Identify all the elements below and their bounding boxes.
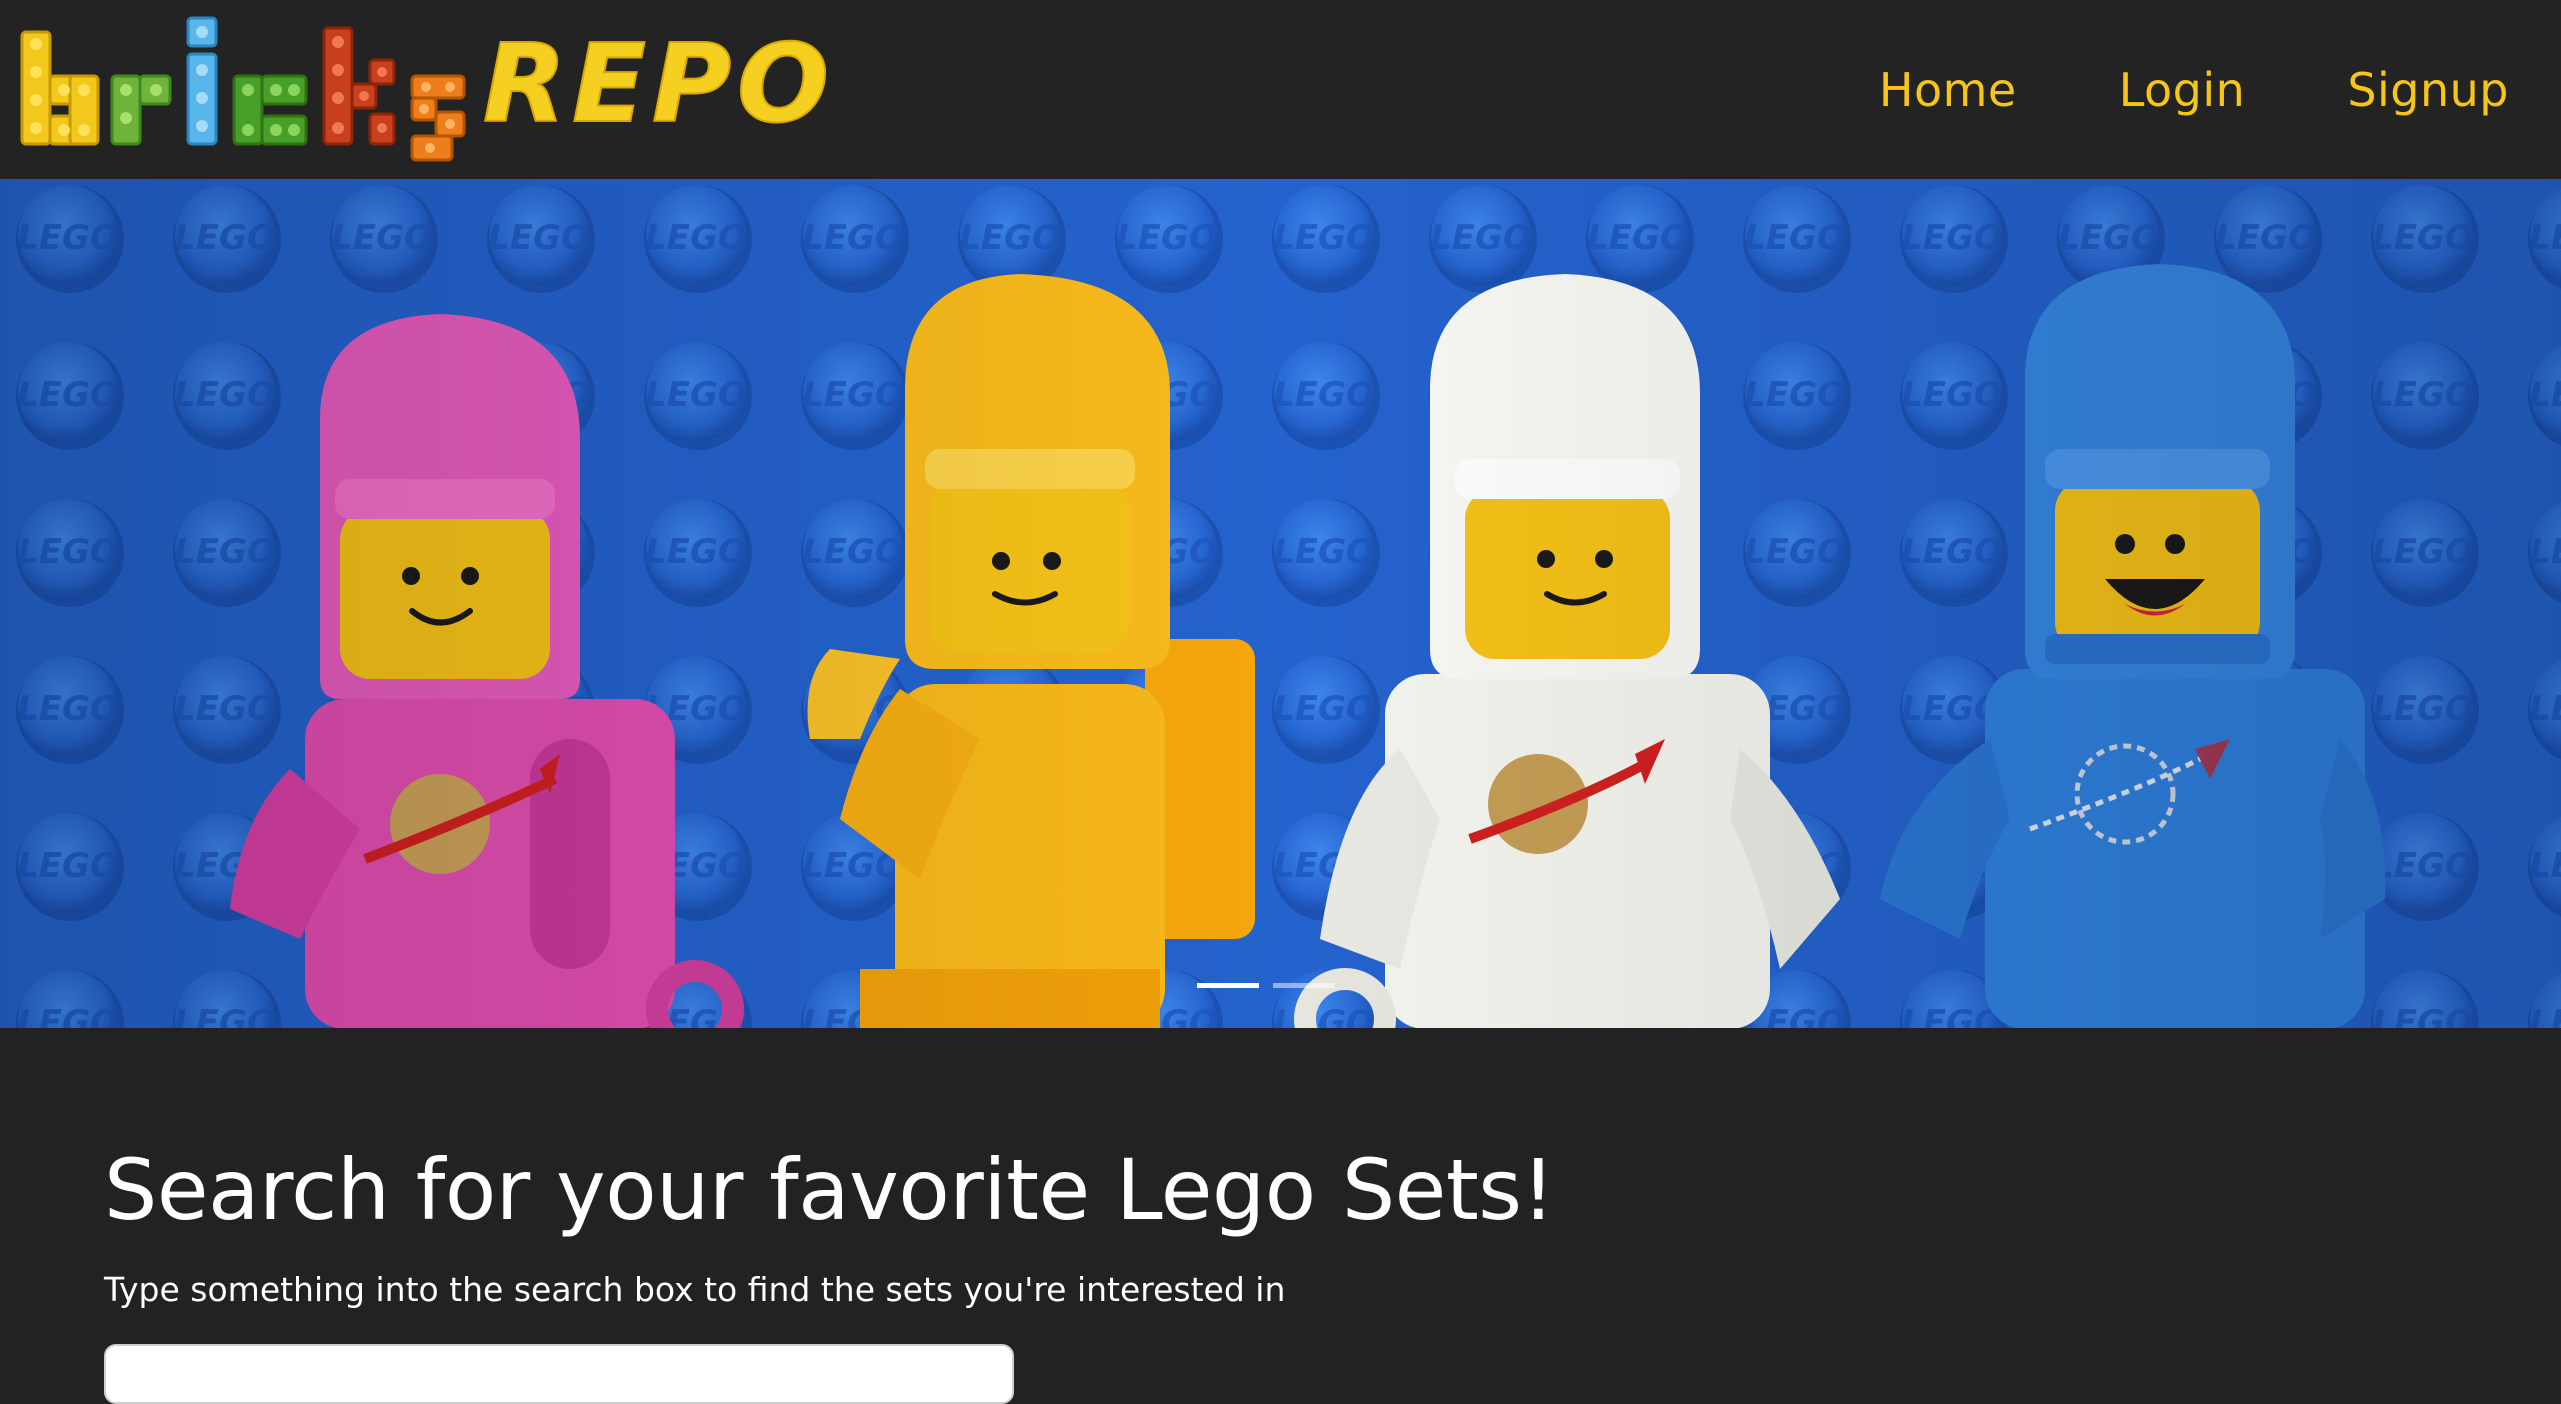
search-input[interactable]	[104, 1344, 1014, 1404]
logo-letter-r	[110, 74, 172, 146]
nav-login-link[interactable]: Login	[2119, 63, 2246, 117]
navbar: REPO Home Login Signup	[0, 0, 2561, 179]
logo-repo-text[interactable]: REPO	[482, 20, 835, 150]
search-subtitle: Type something into the search box to fi…	[104, 1270, 1286, 1309]
hero-carousel[interactable]: LEGO	[0, 179, 2561, 1028]
logo-letter-s	[410, 74, 466, 162]
nav-home-link[interactable]: Home	[1879, 63, 2017, 117]
carousel-indicators	[0, 983, 2561, 988]
nav-signup-link[interactable]: Signup	[2347, 63, 2509, 117]
search-title: Search for your favorite Lego Sets!	[104, 1141, 1555, 1239]
hero-image: LEGO	[0, 179, 2561, 1028]
carousel-indicator-1[interactable]	[1196, 983, 1259, 988]
carousel-indicator-2[interactable]	[1272, 983, 1335, 988]
nav-links: Home Login Signup	[1879, 0, 2509, 179]
